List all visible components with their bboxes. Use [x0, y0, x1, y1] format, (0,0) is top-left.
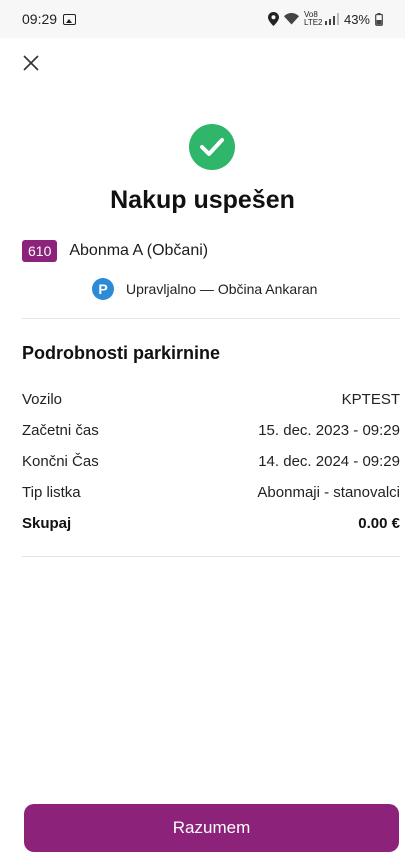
detail-label: Vozilo: [22, 391, 63, 408]
detail-value: Abonmaji - stanovalci: [257, 484, 400, 501]
detail-label: Začetni čas: [22, 422, 99, 439]
confirm-button[interactable]: Razumem: [24, 804, 399, 852]
details-list: Vozilo KPTEST Začetni čas 15. dec. 2023 …: [22, 384, 400, 539]
status-bar-right: Vo8 LTE2 43%: [267, 10, 383, 27]
divider-bottom: [22, 556, 400, 557]
detail-value: 14. dec. 2024 - 09:29: [258, 453, 400, 470]
gallery-notification-icon: [63, 13, 77, 25]
detail-label: Tip listka: [22, 484, 81, 501]
parking-icon: P: [92, 278, 114, 300]
zone-name: Abonma A (Občani): [69, 242, 209, 259]
details-heading: Podrobnosti parkirnine: [22, 343, 221, 363]
status-bar: 09:29 Vo8 LTE2 43%: [0, 0, 405, 38]
checkmark-icon: [200, 138, 224, 156]
operator-row: P Upravljalno — Občina Ankaran: [92, 278, 317, 300]
battery-percent: 43%: [343, 11, 370, 27]
page-title: Nakup uspešen: [110, 186, 295, 214]
zone-code-badge: 610: [22, 240, 58, 262]
detail-label: Skupaj: [22, 515, 72, 532]
detail-row-vehicle: Vozilo KPTEST: [22, 384, 400, 415]
signal-icon: [324, 13, 339, 25]
detail-value: 15. dec. 2023 - 09:29: [258, 422, 400, 439]
detail-row-start-time: Začetni čas 15. dec. 2023 - 09:29: [22, 415, 400, 446]
detail-value: 0.00 €: [358, 515, 400, 532]
status-bar-left: 09:29: [22, 11, 77, 27]
close-button[interactable]: [18, 50, 44, 76]
network-label: Vo8 LTE2: [303, 10, 323, 27]
close-icon: [23, 55, 39, 71]
detail-label: Končni Čas: [22, 453, 99, 470]
operator-label: Upravljalno — Občina Ankaran: [126, 281, 318, 297]
detail-row-end-time: Končni Čas 14. dec. 2024 - 09:29: [22, 446, 400, 477]
status-time: 09:29: [22, 11, 58, 27]
detail-value: KPTEST: [341, 391, 400, 408]
wifi-icon: [283, 13, 299, 25]
zone-row: 610 Abonma A (Občani): [22, 240, 208, 262]
divider-top: [22, 318, 400, 319]
battery-icon: [375, 12, 383, 26]
detail-row-ticket-type: Tip listka Abonmaji - stanovalci: [22, 477, 400, 508]
detail-row-total: Skupaj 0.00 €: [22, 508, 400, 539]
location-icon: [267, 12, 279, 26]
success-icon: [189, 124, 235, 170]
